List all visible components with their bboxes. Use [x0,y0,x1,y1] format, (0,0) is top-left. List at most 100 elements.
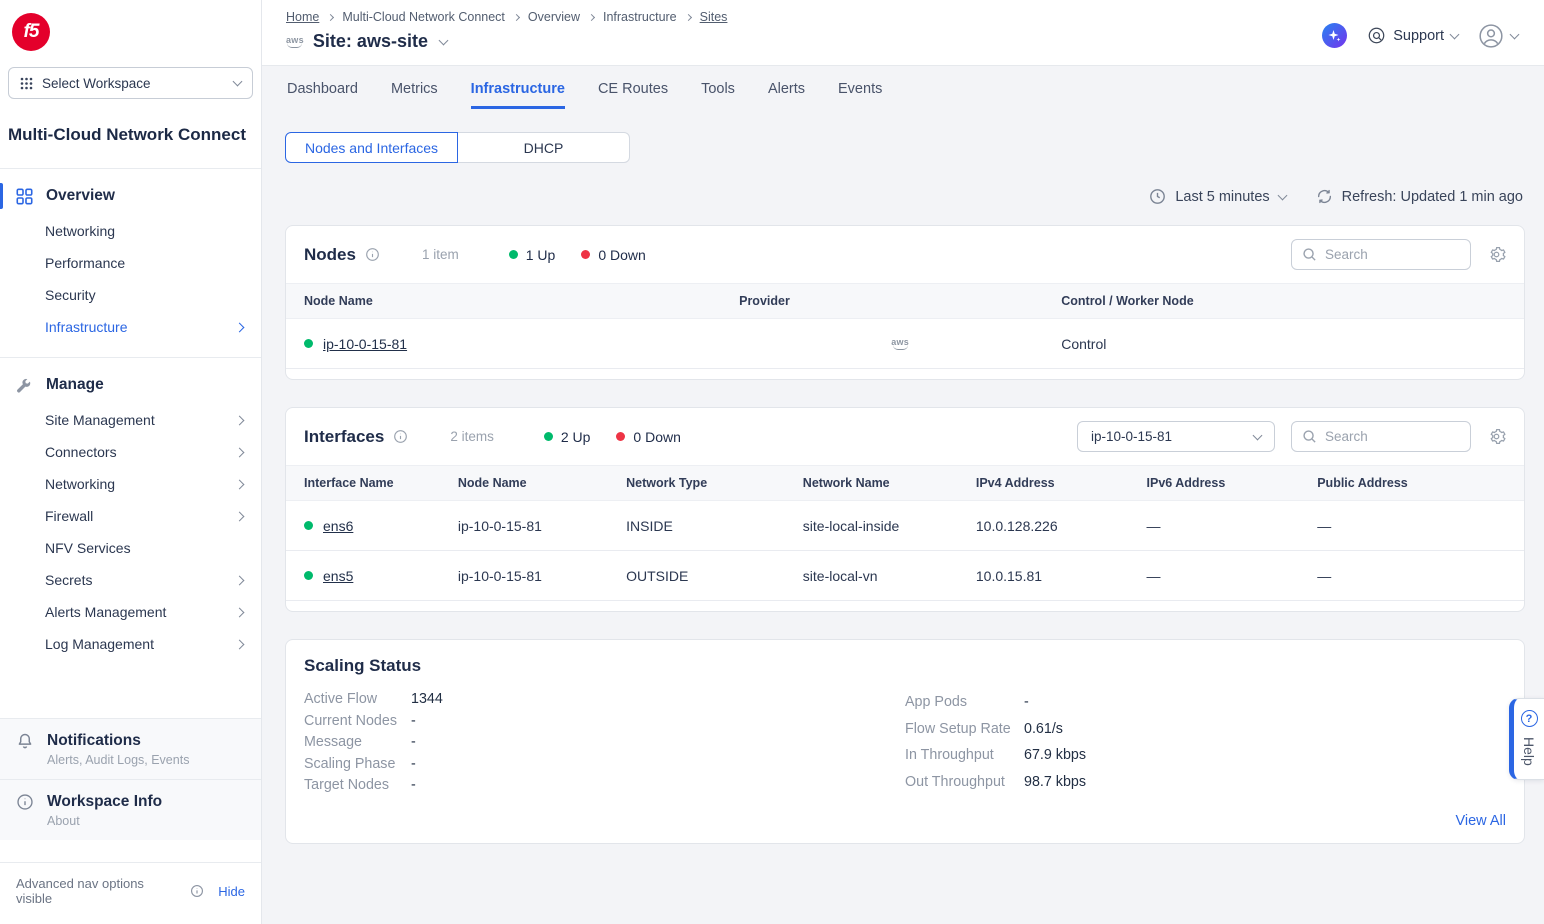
info-icon[interactable] [393,429,408,444]
node-link[interactable]: ip-10-0-15-81 [323,336,407,352]
hide-nav-button[interactable]: Hide [218,884,245,899]
cell-ipv6: — [1147,568,1318,584]
sidebar-item-firewall[interactable]: Firewall [0,500,261,532]
sidebar-item-alerts-management[interactable]: Alerts Management [0,596,261,628]
info-icon [16,793,34,811]
clock-icon [1149,188,1166,205]
sidebar-item-notifications[interactable]: Notifications Alerts, Audit Logs, Events [0,718,261,779]
tab-tools[interactable]: Tools [701,81,735,109]
tab-dashboard[interactable]: Dashboard [287,81,358,109]
sidebar-item-secrets[interactable]: Secrets [0,564,261,596]
breadcrumb-home[interactable]: Home [286,10,319,24]
overview-label: Overview [46,187,115,205]
info-icon[interactable] [365,247,380,262]
metric-scaling-phase: Scaling Phase- [304,754,905,776]
gear-icon[interactable] [1487,245,1506,264]
nodes-up-status: 1 Up [509,247,556,263]
col-node-name: Node Name [304,294,739,308]
sidebar-item-overview[interactable]: Overview [0,181,261,215]
subtab-dhcp[interactable]: DHCP [457,132,630,163]
refresh-label: Refresh: Updated 1 min ago [1342,189,1523,205]
ai-assistant-button[interactable] [1322,23,1347,48]
nodes-search[interactable] [1291,239,1471,270]
breadcrumb-overview[interactable]: Overview [528,10,580,24]
table-row: ip-10-0-15-81 aws Control [286,319,1524,369]
nodes-count: 1 item [422,247,459,262]
breadcrumb-sites[interactable]: Sites [700,10,728,24]
metric-target-nodes: Target Nodes- [304,775,905,797]
node-filter-select[interactable]: ip-10-0-15-81 [1077,421,1275,452]
refresh-button[interactable]: Refresh: Updated 1 min ago [1316,188,1523,205]
nodes-search-input[interactable] [1325,247,1460,262]
sidebar-bottom: Notifications Alerts, Audit Logs, Events… [0,718,261,924]
metric-flow-setup-rate: Flow Setup Rate0.61/s [905,716,1506,743]
down-dot [616,432,625,441]
sidebar-item-performance[interactable]: Performance [0,247,261,279]
breadcrumb-mcn[interactable]: Multi-Cloud Network Connect [342,10,505,24]
table-row: ens6 ip-10-0-15-81 INSIDE site-local-ins… [286,501,1524,551]
site-selector[interactable]: aws Site: aws-site [286,31,727,52]
chevron-right-icon [235,607,245,617]
tab-alerts[interactable]: Alerts [768,81,805,109]
metric-active-flow: Active Flow1344 [304,689,905,711]
manage-label: Manage [46,376,104,394]
chevron-down-icon [1450,29,1460,39]
sidebar-item-networking-manage[interactable]: Networking [0,468,261,500]
nav-label: Security [45,287,96,303]
tab-infrastructure[interactable]: Infrastructure [471,81,565,109]
tab-ce-routes[interactable]: CE Routes [598,81,668,109]
chevron-right-icon [235,639,245,649]
nodes-table-header: Node Name Provider Control / Worker Node [286,283,1524,319]
interface-link[interactable]: ens5 [323,568,353,584]
down-dot [581,250,590,259]
tab-metrics[interactable]: Metrics [391,81,438,109]
sidebar-item-site-management[interactable]: Site Management [0,404,261,436]
overview-grid-icon [16,188,33,205]
time-range-selector[interactable]: Last 5 minutes [1149,188,1285,205]
info-icon[interactable] [190,884,204,898]
page-header: Home Multi-Cloud Network Connect Overvie… [262,0,1544,66]
account-menu[interactable] [1478,23,1518,49]
chevron-down-icon [1253,430,1263,440]
sidebar-item-nfv-services[interactable]: NFV Services [0,532,261,564]
sidebar-item-connectors[interactable]: Connectors [0,436,261,468]
nav-label: Site Management [45,412,155,428]
subtab-nodes-and-interfaces[interactable]: Nodes and Interfaces [285,132,458,163]
aws-provider-icon: aws [739,338,1061,350]
breadcrumb-infrastructure[interactable]: Infrastructure [603,10,677,24]
sidebar-item-infrastructure[interactable]: Infrastructure [0,311,261,343]
tab-bar: Dashboard Metrics Infrastructure CE Rout… [285,66,1525,109]
sidebar-footer: Advanced nav options visible Hide [0,862,261,924]
sidebar-item-manage[interactable]: Manage [0,370,261,404]
metric-current-nodes: Current Nodes- [304,711,905,733]
support-label: Support [1393,28,1444,44]
sidebar-item-workspace-info[interactable]: Workspace Info About [0,779,261,840]
chevron-down-icon [1510,29,1520,39]
cell-public: — [1317,518,1506,534]
scaling-status-panel: Scaling Status Active Flow1344 Current N… [285,639,1525,844]
refresh-icon [1316,188,1333,205]
support-menu[interactable]: Support [1367,26,1458,45]
view-all-link[interactable]: View All [304,813,1506,829]
chevron-right-icon [235,479,245,489]
cell-node: ip-10-0-15-81 [458,518,626,534]
gear-icon[interactable] [1487,427,1506,446]
up-dot [544,432,553,441]
metric-message: Message- [304,732,905,754]
workspace-info-subtitle: About [16,814,245,828]
interfaces-search-input[interactable] [1325,429,1460,444]
interface-link[interactable]: ens6 [323,518,353,534]
workspace-selector-label: Select Workspace [42,76,151,91]
content-area: Dashboard Metrics Infrastructure CE Rout… [262,66,1544,924]
sidebar-item-networking[interactable]: Networking [0,215,261,247]
nav-label: Alerts Management [45,604,166,620]
chevron-right-icon [235,322,245,332]
sidebar-item-security[interactable]: Security [0,279,261,311]
tab-events[interactable]: Events [838,81,882,109]
help-tab[interactable]: ? Help [1509,698,1544,780]
workspace-selector[interactable]: Select Workspace [8,67,253,99]
chevron-right-icon [235,447,245,457]
sidebar-item-log-management[interactable]: Log Management [0,628,261,660]
notifications-subtitle: Alerts, Audit Logs, Events [16,753,245,767]
interfaces-search[interactable] [1291,421,1471,452]
